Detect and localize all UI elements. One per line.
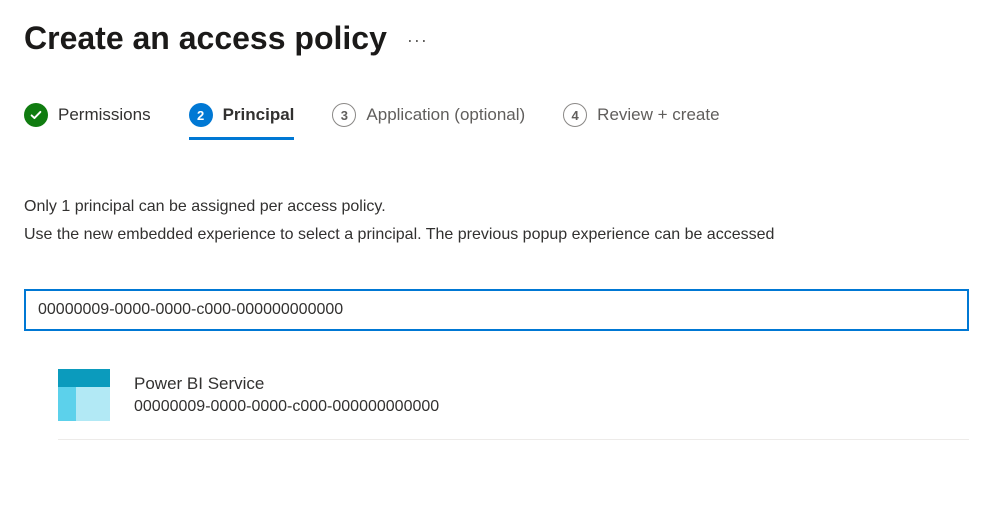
tab-permissions[interactable]: Permissions — [24, 103, 151, 140]
more-icon[interactable]: ··· — [407, 30, 428, 51]
app-icon — [58, 369, 110, 421]
checkmark-icon — [24, 103, 48, 127]
result-id: 00000009-0000-0000-c000-000000000000 — [134, 398, 439, 416]
tab-label: Principal — [223, 105, 295, 125]
result-name: Power BI Service — [134, 374, 439, 394]
page-title: Create an access policy — [24, 20, 387, 57]
result-item-power-bi-service[interactable]: Power BI Service 00000009-0000-0000-c000… — [58, 359, 969, 440]
step-number-icon: 2 — [189, 103, 213, 127]
step-number-icon: 4 — [563, 103, 587, 127]
description-line-1: Only 1 principal can be assigned per acc… — [24, 196, 969, 218]
search-results: Power BI Service 00000009-0000-0000-c000… — [24, 359, 969, 440]
tab-review-create[interactable]: 4 Review + create — [563, 103, 719, 140]
tab-application[interactable]: 3 Application (optional) — [332, 103, 525, 140]
principal-search-input[interactable] — [24, 289, 969, 331]
description-line-2: Use the new embedded experience to selec… — [24, 224, 969, 246]
tab-principal[interactable]: 2 Principal — [189, 103, 295, 140]
tab-label: Application (optional) — [366, 105, 525, 125]
tab-label: Permissions — [58, 105, 151, 125]
wizard-tabs: Permissions 2 Principal 3 Application (o… — [24, 103, 969, 140]
step-number-icon: 3 — [332, 103, 356, 127]
tab-label: Review + create — [597, 105, 719, 125]
